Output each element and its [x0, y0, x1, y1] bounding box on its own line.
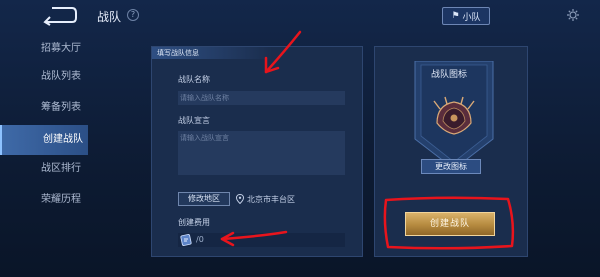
sidebar-item-label: 战区排行 — [41, 163, 81, 174]
emblem-title: 战队图标 — [431, 70, 468, 80]
team-button[interactable]: ⚑ 小队 — [442, 7, 490, 25]
creation-cost-label: 创建费用 — [178, 218, 210, 227]
location-pin-icon — [236, 194, 244, 204]
location-text: 北京市丰台区 — [247, 195, 295, 204]
team-emblem-panel: 战队图标 更改图标 创建战队 — [374, 46, 528, 257]
help-icon[interactable]: ? — [127, 9, 139, 21]
sidebar-item-recruit-hall[interactable]: 招募大厅 — [0, 34, 88, 64]
gear-icon[interactable] — [566, 8, 580, 22]
sidebar-item-create-team[interactable]: 创建战队 — [0, 125, 88, 155]
back-arrow-icon[interactable] — [40, 4, 80, 26]
sidebar-item-label: 招募大厅 — [41, 43, 81, 54]
team-name-label: 战队名称 — [178, 75, 210, 84]
sidebar-item-label: 创建战队 — [43, 134, 83, 145]
sidebar-item-label: 筹备列表 — [41, 102, 81, 113]
sidebar-item-label: 战队列表 — [41, 71, 81, 82]
team-declaration-input[interactable] — [178, 131, 345, 175]
top-bar: 战队 ? ⚑ 小队 — [0, 0, 600, 34]
team-info-form: 填写战队信息 战队名称 战队宣言 修改地区 北京市丰台区 创建费用 /0 — [151, 46, 363, 257]
team-declaration-label: 战队宣言 — [178, 116, 210, 125]
team-icon: ⚑ — [451, 11, 460, 21]
create-team-button[interactable]: 创建战队 — [405, 212, 495, 236]
sidebar-item-label: 荣耀历程 — [41, 194, 81, 205]
form-section-title: 填写战队信息 — [152, 47, 272, 59]
team-name-input[interactable] — [178, 91, 345, 105]
coupon-icon — [180, 234, 192, 246]
creation-cost-value: /0 — [196, 235, 204, 244]
sidebar-item-prep-list[interactable]: 筹备列表 — [0, 93, 88, 123]
sidebar-item-team-list[interactable]: 战队列表 — [0, 62, 88, 92]
page-title: 战队 — [97, 10, 122, 24]
sidebar: 招募大厅 战队列表 筹备列表 创建战队 战区排行 荣耀历程 — [0, 34, 90, 277]
sidebar-item-glory-history[interactable]: 荣耀历程 — [0, 185, 88, 215]
team-button-label: 小队 — [462, 12, 481, 23]
change-emblem-button[interactable]: 更改图标 — [421, 159, 481, 174]
change-region-button[interactable]: 修改地区 — [178, 192, 230, 206]
app-window: 战队 ? ⚑ 小队 招募大厅 战队列表 筹备列表 创建战队 战区排行 荣耀历程 … — [0, 0, 600, 277]
sidebar-item-region-ranking[interactable]: 战区排行 — [0, 154, 88, 184]
